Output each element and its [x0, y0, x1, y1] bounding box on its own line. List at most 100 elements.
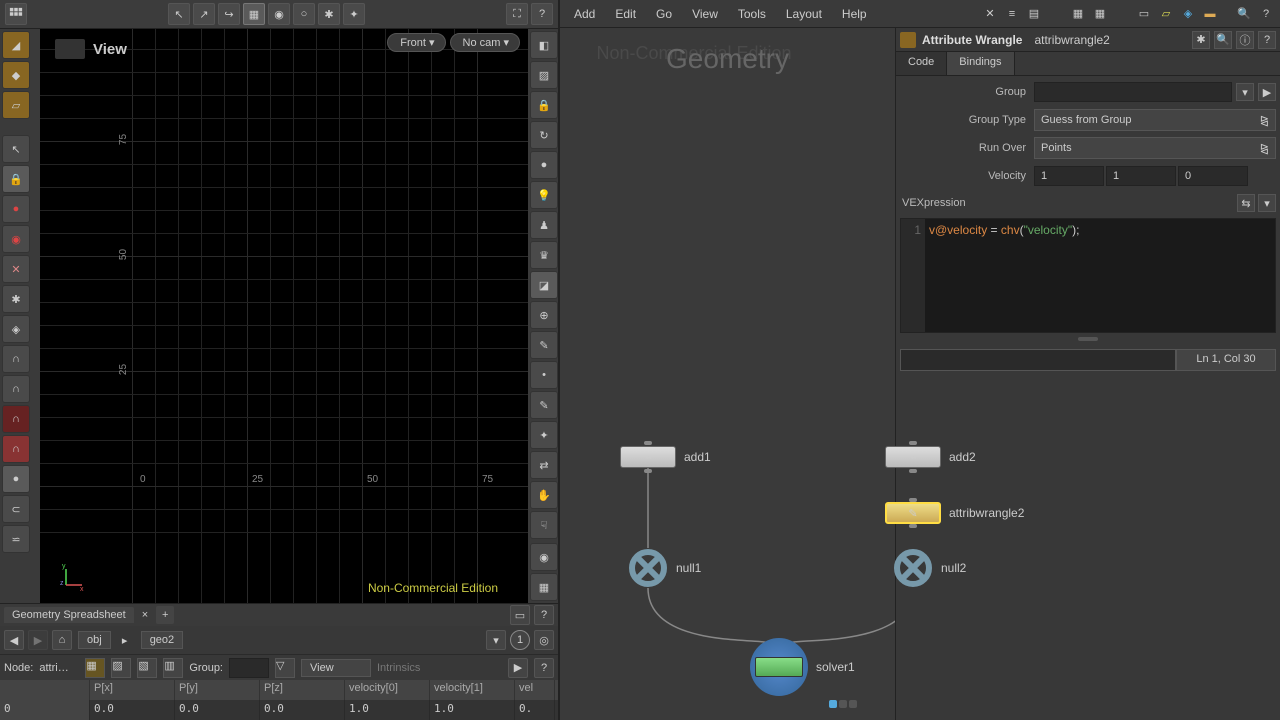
snap1-icon[interactable]: ◉ — [2, 225, 30, 253]
ss-col-v1[interactable]: velocity[1] — [430, 680, 515, 700]
ss-group-input[interactable] — [229, 658, 269, 678]
rtool-crown-icon[interactable]: ♛ — [530, 241, 558, 269]
ss-path-dd-icon[interactable]: ▾ — [486, 630, 506, 650]
ss-path-geo2[interactable]: geo2 — [141, 631, 183, 649]
viewport[interactable]: 0 25 50 75 75 50 25 View Front ▾ No cam … — [40, 29, 528, 603]
ss-filter-det-icon[interactable]: ▥ — [163, 658, 183, 678]
rtool-brush-icon[interactable]: ✎ — [530, 331, 558, 359]
ss-one-icon[interactable]: 1 — [510, 630, 530, 650]
param-gear-icon[interactable]: ✱ — [1192, 31, 1210, 49]
ss-path-obj[interactable]: obj — [78, 631, 111, 649]
ss-funnel-icon[interactable]: ▽ — [275, 658, 295, 678]
rtool-earth-icon[interactable]: ⊕ — [530, 301, 558, 329]
mb-note-icon[interactable]: ▱ — [1156, 4, 1176, 24]
camera-icon[interactable]: ◉ — [268, 3, 290, 25]
rtool-hand2-icon[interactable]: ☟ — [530, 511, 558, 539]
vex-dd-icon[interactable]: ▾ — [1258, 194, 1276, 212]
table-row[interactable]: 0 0.0 0.0 0.0 1.0 1.0 0. — [0, 700, 558, 720]
menu-layout[interactable]: Layout — [776, 3, 832, 25]
snap3-icon[interactable]: ✱ — [2, 285, 30, 313]
magnet2-icon[interactable]: ∩ — [2, 375, 30, 403]
rtool-1-icon[interactable]: ◧ — [530, 31, 558, 59]
view-camera-icon[interactable] — [55, 39, 85, 59]
param-node-name[interactable]: attribwrangle2 — [1028, 31, 1115, 49]
magnet1-icon[interactable]: ∩ — [2, 345, 30, 373]
ss-help2-icon[interactable]: ? — [534, 658, 554, 678]
ss-filter-pts-icon[interactable]: ▦ — [85, 658, 105, 678]
curve-tool-icon[interactable]: ⊂ — [2, 495, 30, 523]
box-icon[interactable]: ▦ — [243, 3, 265, 25]
mb-help-icon[interactable]: ? — [1256, 4, 1276, 24]
network-canvas[interactable]: Non-Commercial Edition Geometry ⌁ add1 ⌁… — [560, 28, 895, 720]
ss-play-icon[interactable]: ▶ — [508, 658, 528, 678]
tab-bindings[interactable]: Bindings — [947, 52, 1014, 75]
rtool-person-icon[interactable]: ♟ — [530, 211, 558, 239]
rtool-hand-icon[interactable]: ✋ — [530, 481, 558, 509]
node-add1[interactable]: ⌁ add1 — [620, 446, 711, 468]
tool-yellow3-icon[interactable]: ▱ — [2, 91, 30, 119]
ss-filter-vtx-icon[interactable]: ▨ — [111, 658, 131, 678]
arrow2-icon[interactable]: ↪ — [218, 3, 240, 25]
dropdown-runover[interactable]: Points⧎ — [1034, 137, 1276, 159]
snap2-icon[interactable]: ✕ — [2, 255, 30, 283]
ss-col-0[interactable] — [0, 680, 90, 700]
mb-grid2-icon[interactable]: ▦ — [1090, 4, 1110, 24]
select-tool-icon[interactable]: ↖ — [2, 135, 30, 163]
menu-go[interactable]: Go — [646, 3, 682, 25]
rtool-lock-icon[interactable]: 🔒 — [530, 91, 558, 119]
rtool-2-icon[interactable]: ▨ — [530, 61, 558, 89]
person-icon[interactable]: ● — [2, 195, 30, 223]
curve2-tool-icon[interactable]: ⋍ — [2, 525, 30, 553]
menu-view[interactable]: View — [682, 3, 728, 25]
node-null2[interactable]: null2 — [893, 548, 966, 588]
ss-filter-prim-icon[interactable]: ▧ — [137, 658, 157, 678]
input-velocity-z[interactable] — [1178, 166, 1248, 186]
ss-col-pz[interactable]: P[z] — [260, 680, 345, 700]
rtool-loop-icon[interactable]: ↻ — [530, 121, 558, 149]
rtool-pen-icon[interactable]: ✎ — [530, 391, 558, 419]
ss-view-dropdown[interactable]: View — [301, 659, 371, 677]
tab-code[interactable]: Code — [896, 52, 947, 75]
node-solver1[interactable]: solver1 — [750, 638, 855, 696]
vex-status-field[interactable] — [900, 349, 1176, 371]
spreadsheet-max-icon[interactable]: ▭ — [510, 605, 530, 625]
rtool-sphere-icon[interactable]: ● — [530, 151, 558, 179]
group-pick-icon[interactable]: ▶ — [1258, 83, 1276, 101]
app-menu-icon[interactable] — [5, 3, 27, 25]
vex-editor[interactable]: 1 v@velocity = chv("velocity"); — [900, 218, 1276, 333]
tool-yellow1-icon[interactable]: ◢ — [2, 31, 30, 59]
vex-resize-handle[interactable] — [1078, 337, 1098, 341]
ss-home-icon[interactable]: ⌂ — [52, 630, 72, 650]
menu-edit[interactable]: Edit — [605, 3, 646, 25]
mb-search-icon[interactable]: 🔍 — [1234, 4, 1254, 24]
mb-list2-icon[interactable]: ▤ — [1024, 4, 1044, 24]
input-group[interactable] — [1034, 82, 1232, 102]
mb-folder-icon[interactable]: ▬ — [1200, 4, 1220, 24]
mb-box-icon[interactable]: ▭ — [1134, 4, 1154, 24]
circle-icon[interactable]: ○ — [293, 3, 315, 25]
sparkle-icon[interactable]: ✦ — [343, 3, 365, 25]
help-icon[interactable]: ? — [531, 3, 553, 25]
param-info-icon[interactable]: ⓘ — [1236, 31, 1254, 49]
group-dd-icon[interactable]: ▾ — [1236, 83, 1254, 101]
arrow-icon[interactable]: ↗ — [193, 3, 215, 25]
vex-sliders-icon[interactable]: ⇆ — [1237, 194, 1255, 212]
input-velocity-y[interactable] — [1106, 166, 1176, 186]
param-search-icon[interactable]: 🔍 — [1214, 31, 1232, 49]
ss-col-v2[interactable]: vel — [515, 680, 555, 700]
menu-tools[interactable]: Tools — [728, 3, 776, 25]
ss-link-icon[interactable]: ◎ — [534, 630, 554, 650]
snap4-icon[interactable]: ◈ — [2, 315, 30, 343]
rtool-arrows-icon[interactable]: ⇄ — [530, 451, 558, 479]
ss-col-v0[interactable]: velocity[0] — [345, 680, 430, 700]
magnet3-icon[interactable]: ∩ — [2, 405, 30, 433]
dropdown-grouptype[interactable]: Guess from Group⧎ — [1034, 109, 1276, 131]
mb-flag-icon[interactable]: ◈ — [1178, 4, 1198, 24]
rtool-cube-icon[interactable]: ◪ — [530, 271, 558, 299]
spreadsheet-tab-add[interactable]: + — [156, 606, 174, 624]
mb-wrench-icon[interactable]: ✕ — [980, 4, 1000, 24]
spreadsheet-help-icon[interactable]: ? — [534, 605, 554, 625]
input-velocity-x[interactable] — [1034, 166, 1104, 186]
ss-intrinsics-label[interactable]: Intrinsics — [377, 662, 420, 674]
rtool-wand-icon[interactable]: ✦ — [530, 421, 558, 449]
